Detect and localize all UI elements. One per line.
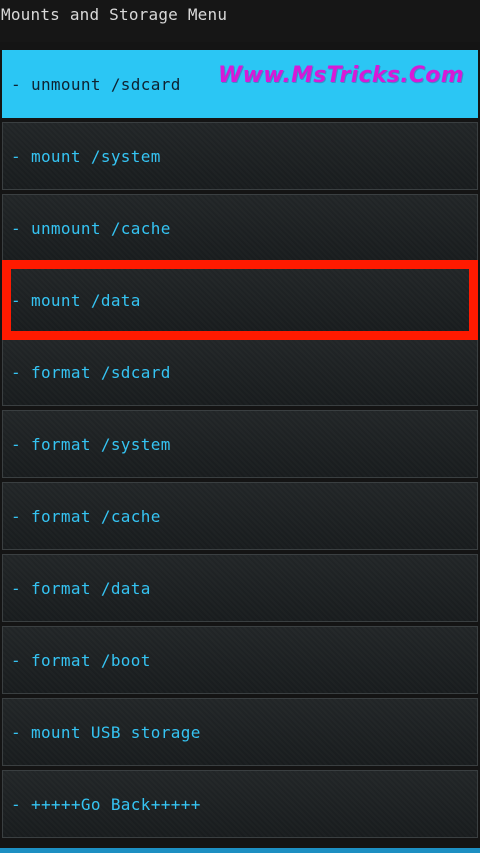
menu-item-mount-usb-storage[interactable]: - mount USB storage	[2, 698, 478, 766]
menu-item-mount-system[interactable]: - mount /system	[2, 122, 478, 190]
menu-item-label: - format /sdcard	[11, 363, 171, 382]
menu-item-label: - format /boot	[11, 651, 151, 670]
page-title: Mounts and Storage Menu	[1, 5, 228, 24]
menu-item-format-boot[interactable]: - format /boot	[2, 626, 478, 694]
menu-item-format-system[interactable]: - format /system	[2, 410, 478, 478]
bottom-bar	[0, 848, 480, 853]
menu-item-label: - +++++Go Back+++++	[11, 795, 201, 814]
screen-header: Mounts and Storage Menu	[0, 0, 480, 42]
menu-item-unmount-cache[interactable]: - unmount /cache	[2, 194, 478, 262]
menu-item-label: - format /cache	[11, 507, 161, 526]
menu-item-format-cache[interactable]: - format /cache	[2, 482, 478, 550]
menu-item-label: - mount /system	[11, 147, 161, 166]
menu-item-label: - unmount /sdcard	[11, 75, 181, 94]
menu-item-label: - mount USB storage	[11, 723, 201, 742]
menu-item-format-sdcard[interactable]: - format /sdcard	[2, 338, 478, 406]
menu-item-label: - format /data	[11, 579, 151, 598]
menu-item-mount-data[interactable]: - mount /data	[2, 266, 478, 334]
menu-item-label: - mount /data	[11, 291, 141, 310]
menu-item-label: - format /system	[11, 435, 171, 454]
menu-item-format-data[interactable]: - format /data	[2, 554, 478, 622]
menu-item-go-back[interactable]: - +++++Go Back+++++	[2, 770, 478, 838]
menu-item-label: - unmount /cache	[11, 219, 171, 238]
watermark-text: Www.MsTricks.Com	[218, 63, 464, 88]
